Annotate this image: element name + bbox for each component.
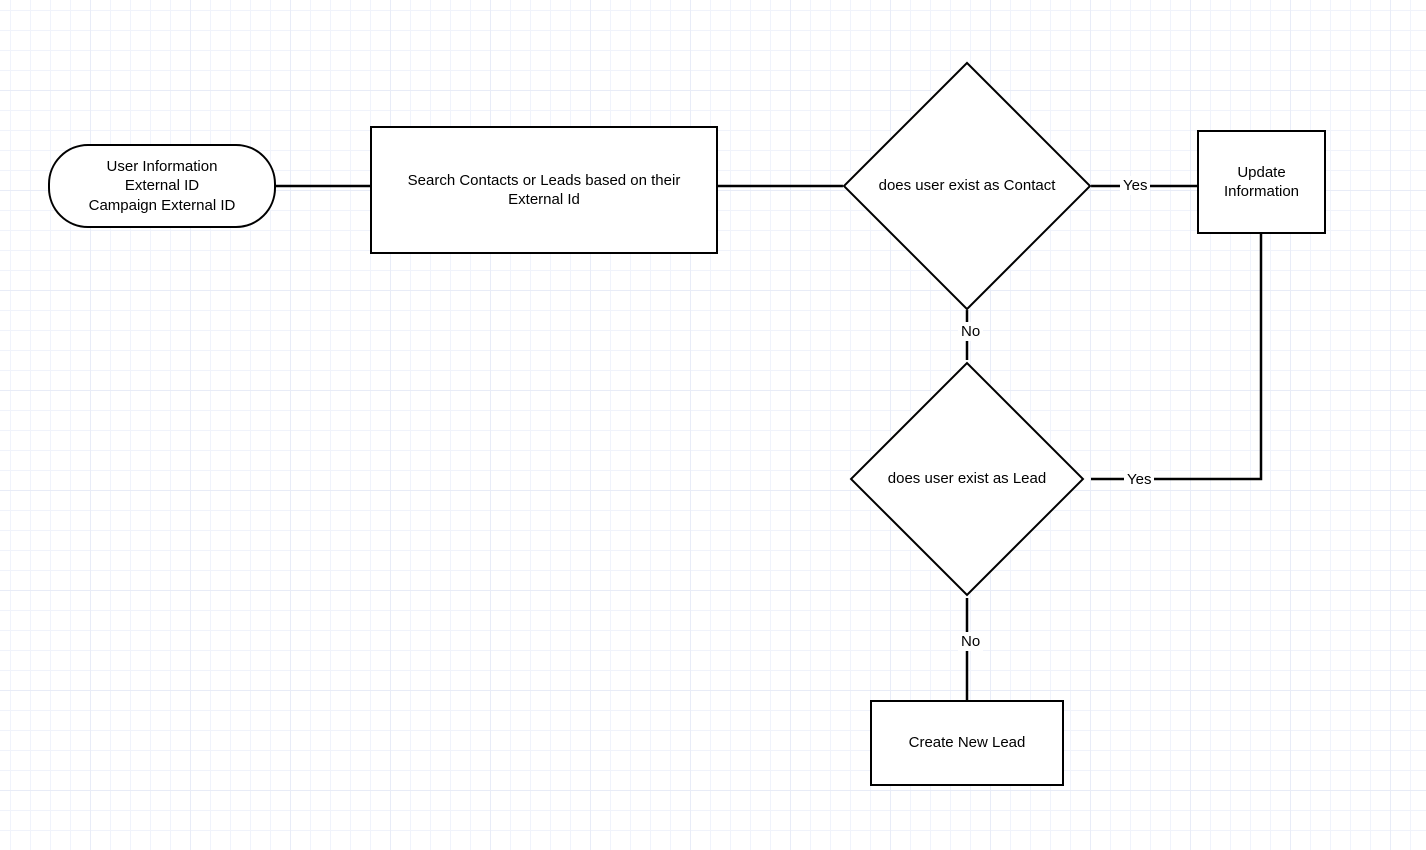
start-line1: User Information — [89, 157, 236, 177]
edge-yes-contact: Yes — [1120, 176, 1150, 195]
create-node: Create New Lead — [870, 700, 1064, 786]
flowchart-canvas: User Information External ID Campaign Ex… — [0, 0, 1426, 850]
decision-contact-label: does user exist as Contact — [857, 98, 1077, 274]
create-label: Create New Lead — [909, 733, 1026, 753]
update-label: Update Information — [1209, 163, 1314, 202]
decision-lead-label: does user exist as Lead — [867, 396, 1067, 562]
decision-contact: does user exist as Contact — [879, 98, 1055, 274]
search-label: Search Contacts or Leads based on their … — [382, 171, 706, 210]
decision-lead: does user exist as Lead — [884, 396, 1050, 562]
start-node: User Information External ID Campaign Ex… — [48, 144, 276, 228]
search-node: Search Contacts or Leads based on their … — [370, 126, 718, 254]
start-line2: External ID — [89, 176, 236, 196]
edge-yes-lead: Yes — [1124, 470, 1154, 489]
edge-no-lead: No — [958, 632, 983, 651]
update-node: Update Information — [1197, 130, 1326, 234]
start-line3: Campaign External ID — [89, 196, 236, 216]
edge-no-contact: No — [958, 322, 983, 341]
